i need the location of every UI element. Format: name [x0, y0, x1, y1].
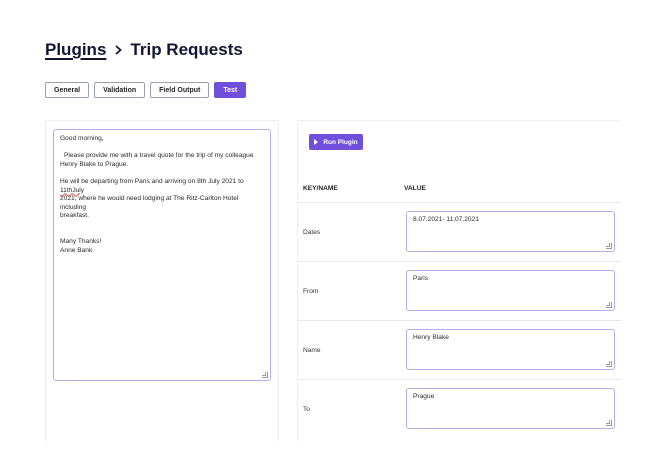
- input-line: 2021, where he would need lodging at The…: [60, 195, 239, 211]
- tab-field-output[interactable]: Field Output: [150, 82, 210, 98]
- row-key: To: [303, 406, 310, 413]
- breadcrumb-plugins-link[interactable]: Plugins: [45, 40, 106, 60]
- tab-general[interactable]: General: [45, 82, 90, 98]
- page-title: Trip Requests: [130, 40, 243, 59]
- column-header-key: KEY/NAME: [303, 185, 338, 192]
- value-text: Henry Blake: [413, 334, 449, 341]
- input-line: Please provide me with a travel quote fo…: [64, 152, 254, 160]
- table-row: Dates 8.07.2021- 11.07.2021: [298, 203, 621, 262]
- table-row: To Prague: [298, 380, 621, 439]
- resize-handle-icon[interactable]: [606, 420, 612, 426]
- table-row: From Paris: [298, 262, 621, 321]
- row-key: Dates: [303, 229, 321, 236]
- tab-test[interactable]: Test: [214, 82, 247, 98]
- input-line: breakfast.: [60, 212, 89, 220]
- tab-validation[interactable]: Validation: [94, 82, 146, 98]
- column-header-value: VALUE: [404, 185, 426, 192]
- misspelled-word: 11thJuly: [60, 186, 85, 194]
- input-line: Good morning,: [60, 135, 104, 142]
- value-field-from[interactable]: Paris: [406, 270, 615, 311]
- value-field-name[interactable]: Henry Blake: [406, 329, 615, 370]
- row-key: From: [303, 288, 319, 295]
- run-plugin-label: Run Plugin: [323, 138, 358, 146]
- input-line: Many Thanks!: [60, 238, 102, 246]
- input-line: Anne Bank: [60, 246, 93, 254]
- resize-handle-icon[interactable]: [606, 302, 612, 308]
- resize-handle-icon[interactable]: [606, 361, 612, 367]
- value-field-to[interactable]: Prague: [406, 388, 615, 429]
- run-plugin-button[interactable]: Run Plugin: [309, 134, 363, 150]
- value-text: 8.07.2021- 11.07.2021: [413, 216, 479, 223]
- input-panel: Good morning, Please provide me with a t…: [45, 120, 279, 442]
- resize-handle-icon[interactable]: [262, 372, 268, 378]
- value-field-dates[interactable]: 8.07.2021- 11.07.2021: [406, 211, 615, 252]
- table-row: Name Henry Blake: [298, 321, 621, 380]
- row-key: Name: [303, 347, 321, 354]
- breadcrumb: Plugins Trip Requests: [45, 40, 243, 60]
- chevron-right-icon: [115, 45, 123, 55]
- tab-bar: General Validation Field Output Test: [45, 82, 247, 98]
- table-header: KEY/NAME VALUE: [298, 181, 621, 203]
- play-icon: [314, 139, 319, 145]
- value-text: Prague: [413, 393, 435, 400]
- input-text-segment: He will be departing from Paris and arri…: [60, 177, 244, 185]
- value-text: Paris: [413, 275, 429, 282]
- resize-handle-icon[interactable]: [606, 243, 612, 249]
- input-line: Henry Blake to Prague.: [60, 160, 129, 168]
- input-line: He will be departing from Paris and arri…: [60, 178, 264, 195]
- test-input-textarea[interactable]: Good morning, Please provide me with a t…: [53, 129, 271, 381]
- output-panel: Run Plugin KEY/NAME VALUE Dates 8.07.202…: [297, 120, 621, 442]
